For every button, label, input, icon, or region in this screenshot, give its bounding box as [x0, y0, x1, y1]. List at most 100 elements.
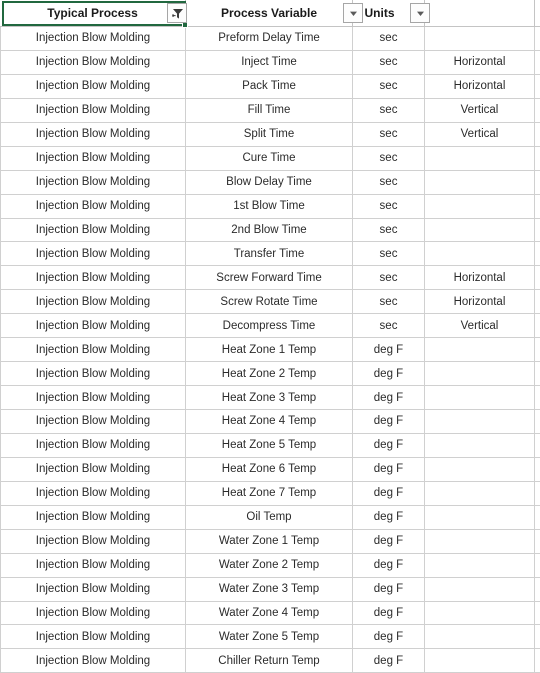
table-cell[interactable]: Injection Blow Molding — [0, 625, 186, 649]
table-cell[interactable]: Injection Blow Molding — [0, 529, 186, 553]
table-cell[interactable]: Preform Delay Time — [186, 27, 353, 50]
table-row[interactable]: Injection Blow Molding Water Zone 3 Temp d… — [0, 577, 540, 602]
chevron-down-icon[interactable] — [410, 3, 430, 23]
table-cell[interactable]: deg F — [353, 529, 425, 553]
table-cell[interactable]: Vertical — [425, 98, 535, 122]
table-row[interactable]: Injection Blow Molding Water Zone 5 Temp d… — [0, 625, 540, 650]
table-cell[interactable]: deg F — [353, 625, 425, 649]
table-row[interactable]: Injection Blow Molding Screw Rotate Time s… — [0, 290, 540, 315]
table-cell[interactable]: Cure Time — [186, 146, 353, 170]
table-cell[interactable]: sec — [353, 74, 425, 98]
table-cell[interactable] — [425, 194, 535, 218]
table-cell[interactable]: Injection Blow Molding — [0, 50, 186, 74]
table-cell[interactable]: Transfer Time — [186, 242, 353, 266]
table-row[interactable]: Injection Blow Molding Blow Delay Time sec — [0, 170, 540, 195]
table-cell[interactable]: Horizontal — [425, 50, 535, 74]
table-cell[interactable]: sec — [353, 146, 425, 170]
table-cell[interactable]: Water Zone 3 Temp — [186, 577, 353, 601]
table-cell[interactable]: deg F — [353, 577, 425, 601]
table-cell[interactable] — [425, 386, 535, 409]
table-row[interactable]: Injection Blow Molding Fill Time sec Vertic… — [0, 98, 540, 123]
table-cell[interactable] — [425, 362, 535, 386]
table-cell[interactable]: deg F — [353, 481, 425, 505]
table-row[interactable]: Injection Blow Molding Pack Time sec Horizo… — [0, 74, 540, 99]
table-cell[interactable] — [425, 529, 535, 553]
table-cell[interactable] — [425, 242, 535, 266]
column-header-orientation[interactable] — [425, 0, 535, 26]
table-cell[interactable]: Horizontal — [425, 266, 535, 290]
table-cell[interactable]: Injection Blow Molding — [0, 386, 186, 409]
table-cell[interactable]: Heat Zone 3 Temp — [186, 386, 353, 409]
table-cell[interactable]: Vertical — [425, 314, 535, 338]
table-cell[interactable]: Chiller Return Temp — [186, 649, 353, 673]
table-row[interactable]: Injection Blow Molding Inject Time sec Hori… — [0, 50, 540, 75]
table-cell[interactable] — [425, 27, 535, 50]
table-cell[interactable]: Heat Zone 6 Temp — [186, 457, 353, 481]
table-cell[interactable]: sec — [353, 194, 425, 218]
table-row[interactable]: Injection Blow Molding Water Zone 4 Temp d… — [0, 601, 540, 626]
table-cell[interactable]: Injection Blow Molding — [0, 266, 186, 290]
table-cell[interactable]: sec — [353, 266, 425, 290]
table-cell[interactable]: Injection Blow Molding — [0, 601, 186, 625]
table-cell[interactable] — [425, 577, 535, 601]
table-cell[interactable] — [425, 218, 535, 242]
table-cell[interactable] — [425, 457, 535, 481]
table-cell[interactable]: Horizontal — [425, 74, 535, 98]
table-cell[interactable]: Injection Blow Molding — [0, 194, 186, 218]
table-cell[interactable] — [425, 338, 535, 362]
table-cell[interactable]: sec — [353, 98, 425, 122]
table-cell[interactable]: Injection Blow Molding — [0, 338, 186, 362]
table-cell[interactable]: Fill Time — [186, 98, 353, 122]
table-cell[interactable]: sec — [353, 50, 425, 74]
table-cell[interactable]: Horizontal — [425, 290, 535, 314]
table-cell[interactable]: Decompress Time — [186, 314, 353, 338]
table-row[interactable]: Injection Blow Molding Decompress Time sec… — [0, 314, 540, 339]
table-cell[interactable]: Heat Zone 4 Temp — [186, 410, 353, 433]
table-cell[interactable]: deg F — [353, 601, 425, 625]
table-cell[interactable]: deg F — [353, 386, 425, 409]
table-row[interactable]: Injection Blow Molding Water Zone 1 Temp d… — [0, 529, 540, 554]
table-cell[interactable]: Injection Blow Molding — [0, 481, 186, 505]
table-row[interactable]: Injection Blow Molding Heat Zone 2 Temp de… — [0, 362, 540, 387]
table-cell[interactable]: Injection Blow Molding — [0, 457, 186, 481]
table-cell[interactable]: Water Zone 1 Temp — [186, 529, 353, 553]
table-cell[interactable]: Heat Zone 7 Temp — [186, 481, 353, 505]
table-cell[interactable]: 1st Blow Time — [186, 194, 353, 218]
table-row[interactable]: Injection Blow Molding 2nd Blow Time sec — [0, 218, 540, 243]
table-row[interactable]: Injection Blow Molding Oil Temp deg F — [0, 505, 540, 530]
table-cell[interactable]: deg F — [353, 362, 425, 386]
table-cell[interactable]: Split Time — [186, 122, 353, 146]
table-cell[interactable]: Injection Blow Molding — [0, 74, 186, 98]
table-cell[interactable]: deg F — [353, 505, 425, 529]
table-cell[interactable]: deg F — [353, 457, 425, 481]
table-row[interactable]: Injection Blow Molding Heat Zone 4 Temp de… — [0, 410, 540, 434]
table-cell[interactable]: deg F — [353, 338, 425, 362]
table-row[interactable]: Injection Blow Molding Split Time sec Verti… — [0, 122, 540, 147]
table-cell[interactable]: Injection Blow Molding — [0, 505, 186, 529]
table-cell[interactable]: sec — [353, 218, 425, 242]
table-cell[interactable]: Injection Blow Molding — [0, 553, 186, 577]
table-cell[interactable]: Inject Time — [186, 50, 353, 74]
table-cell[interactable]: Blow Delay Time — [186, 170, 353, 194]
filter-active-icon[interactable] — [167, 3, 187, 23]
table-cell[interactable]: Injection Blow Molding — [0, 314, 186, 338]
table-cell[interactable]: Injection Blow Molding — [0, 362, 186, 386]
table-row[interactable]: Injection Blow Molding Heat Zone 6 Temp de… — [0, 457, 540, 482]
table-cell[interactable]: Heat Zone 5 Temp — [186, 433, 353, 457]
table-row[interactable]: Injection Blow Molding Water Zone 2 Temp d… — [0, 553, 540, 578]
table-cell[interactable]: sec — [353, 314, 425, 338]
table-cell[interactable]: Screw Rotate Time — [186, 290, 353, 314]
table-cell[interactable]: Injection Blow Molding — [0, 433, 186, 457]
table-cell[interactable]: Injection Blow Molding — [0, 27, 186, 50]
table-cell[interactable]: Injection Blow Molding — [0, 577, 186, 601]
table-cell[interactable] — [425, 553, 535, 577]
table-cell[interactable] — [425, 170, 535, 194]
table-cell[interactable]: Water Zone 5 Temp — [186, 625, 353, 649]
table-cell[interactable]: Injection Blow Molding — [0, 242, 186, 266]
table-cell[interactable] — [425, 433, 535, 457]
table-cell[interactable]: Vertical — [425, 122, 535, 146]
table-cell[interactable]: Injection Blow Molding — [0, 170, 186, 194]
table-cell[interactable]: Injection Blow Molding — [0, 218, 186, 242]
table-row[interactable]: Injection Blow Molding Preform Delay Time… — [0, 27, 540, 51]
table-cell[interactable]: deg F — [353, 410, 425, 433]
